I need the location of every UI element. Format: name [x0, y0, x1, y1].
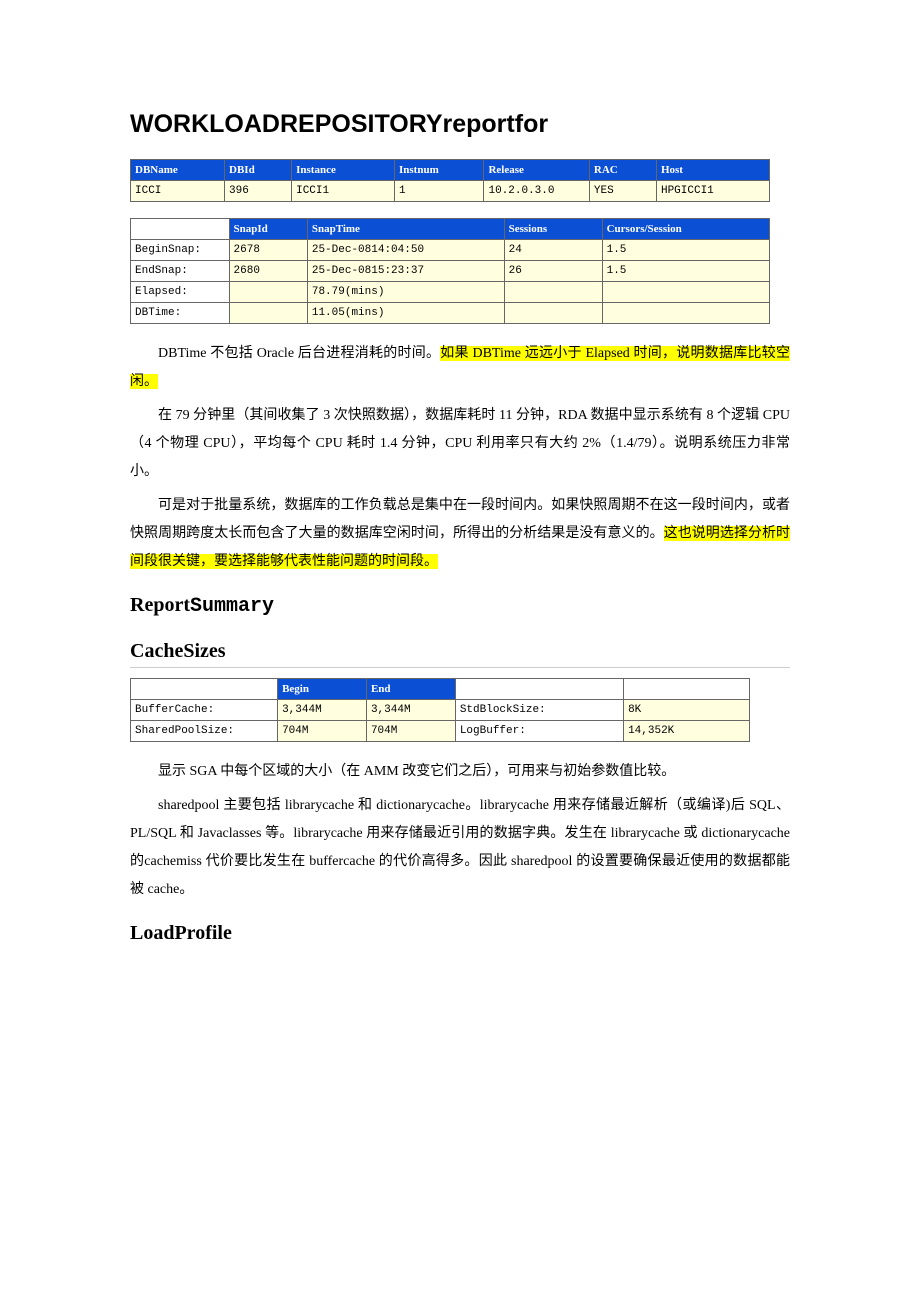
blank-header	[131, 679, 278, 700]
col-dbname: DBName	[131, 160, 225, 181]
blank-header	[131, 219, 230, 240]
cache-sizes-heading: CacheSizes	[130, 640, 790, 668]
paragraph-dbtime: DBTime 不包括 Oracle 后台进程消耗的时间。如果 DBTime 远远…	[130, 340, 790, 396]
cell: ICCI	[131, 181, 225, 202]
row-label: BeginSnap:	[131, 240, 230, 261]
table-row: BeginSnap: 2678 25-Dec-0814:04:50 24 1.5	[131, 240, 770, 261]
col-end: End	[366, 679, 455, 700]
blank-header	[624, 679, 750, 700]
col-dbid: DBId	[225, 160, 292, 181]
row-label: SharedPoolSize:	[131, 721, 278, 742]
cell: 11.05(mins)	[307, 303, 504, 324]
row-label: BufferCache:	[131, 700, 278, 721]
cell: 78.79(mins)	[307, 282, 504, 303]
cell	[229, 282, 307, 303]
cell: 3,344M	[366, 700, 455, 721]
db-info-table: DBName DBId Instance Instnum Release RAC…	[130, 159, 770, 202]
col-host: Host	[656, 160, 769, 181]
col-sessions: Sessions	[504, 219, 602, 240]
cell: 8K	[624, 700, 750, 721]
col-snaptime: SnapTime	[307, 219, 504, 240]
cell: 25-Dec-0814:04:50	[307, 240, 504, 261]
table-row: SharedPoolSize: 704M 704M LogBuffer: 14,…	[131, 721, 750, 742]
load-profile-heading: LoadProfile	[130, 922, 790, 949]
cell: 10.2.0.3.0	[484, 181, 589, 202]
col-cursors: Cursors/Session	[602, 219, 769, 240]
cell: 1.5	[602, 261, 769, 282]
col-release: Release	[484, 160, 589, 181]
col-begin: Begin	[278, 679, 367, 700]
snapshot-table: SnapId SnapTime Sessions Cursors/Session…	[130, 218, 770, 324]
col-instance: Instance	[292, 160, 395, 181]
cell: 2678	[229, 240, 307, 261]
cell: HPGICCI1	[656, 181, 769, 202]
cell: StdBlockSize:	[455, 700, 623, 721]
cell	[504, 303, 602, 324]
paragraph-sga: 显示 SGA 中每个区域的大小（在 AMM 改变它们之后），可用来与初始参数值比…	[130, 758, 790, 786]
cell: 3,344M	[278, 700, 367, 721]
cell: 396	[225, 181, 292, 202]
table-row: DBTime: 11.05(mins)	[131, 303, 770, 324]
cell	[602, 282, 769, 303]
table-row: Elapsed: 78.79(mins)	[131, 282, 770, 303]
cell: 2680	[229, 261, 307, 282]
cell: 1	[395, 181, 484, 202]
cell: YES	[589, 181, 656, 202]
text: Summary	[190, 595, 274, 618]
page-title: WORKLOADREPOSITORYreportfor	[130, 110, 790, 139]
col-snapid: SnapId	[229, 219, 307, 240]
row-label: DBTime:	[131, 303, 230, 324]
col-rac: RAC	[589, 160, 656, 181]
cell: LogBuffer:	[455, 721, 623, 742]
cell	[504, 282, 602, 303]
report-summary-heading: ReportSummary	[130, 594, 790, 622]
cell: 26	[504, 261, 602, 282]
table-row: EndSnap: 2680 25-Dec-0815:23:37 26 1.5	[131, 261, 770, 282]
paragraph-sharedpool: sharedpool 主要包括 librarycache 和 dictionar…	[130, 792, 790, 904]
paragraph-cpu: 在 79 分钟里（其间收集了 3 次快照数据），数据库耗时 11 分钟，RDA …	[130, 402, 790, 486]
table-row: ICCI 396 ICCI1 1 10.2.0.3.0 YES HPGICCI1	[131, 181, 770, 202]
paragraph-batch: 可是对于批量系统，数据库的工作负载总是集中在一段时间内。如果快照周期不在这一段时…	[130, 492, 790, 576]
cell: 704M	[366, 721, 455, 742]
cell: 24	[504, 240, 602, 261]
cell	[229, 303, 307, 324]
cell: 25-Dec-0815:23:37	[307, 261, 504, 282]
table-header-row: DBName DBId Instance Instnum Release RAC…	[131, 160, 770, 181]
text: Report	[130, 594, 190, 616]
row-label: EndSnap:	[131, 261, 230, 282]
text: DBTime 不包括 Oracle 后台进程消耗的时间。	[158, 346, 440, 361]
table-row: BufferCache: 3,344M 3,344M StdBlockSize:…	[131, 700, 750, 721]
cell: 704M	[278, 721, 367, 742]
blank-header	[455, 679, 623, 700]
cache-sizes-table: Begin End BufferCache: 3,344M 3,344M Std…	[130, 678, 750, 742]
table-header-row: Begin End	[131, 679, 750, 700]
cell	[602, 303, 769, 324]
table-header-row: SnapId SnapTime Sessions Cursors/Session	[131, 219, 770, 240]
cell: 14,352K	[624, 721, 750, 742]
cell: 1.5	[602, 240, 769, 261]
row-label: Elapsed:	[131, 282, 230, 303]
col-instnum: Instnum	[395, 160, 484, 181]
cell: ICCI1	[292, 181, 395, 202]
